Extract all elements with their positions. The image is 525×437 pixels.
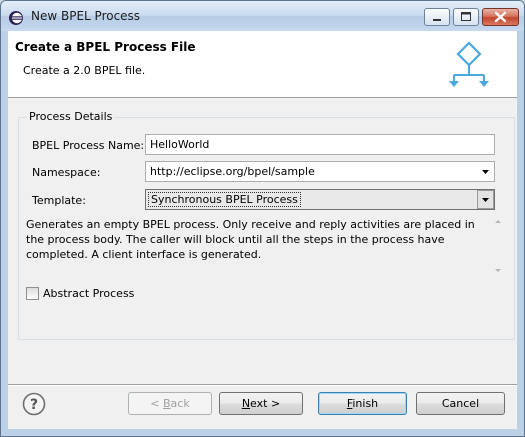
page-title: Create a BPEL Process File <box>15 40 196 54</box>
chevron-down-icon[interactable] <box>477 162 494 181</box>
description-scrollbar[interactable] <box>492 217 504 277</box>
bpel-process-wizard-icon <box>449 41 489 87</box>
maximize-button[interactable] <box>453 8 479 26</box>
process-name-input[interactable]: HelloWorld <box>145 134 495 155</box>
next-mnemonic: N <box>241 397 251 410</box>
window-title: New BPEL Process <box>31 9 141 23</box>
back-button[interactable]: < Back <box>128 392 212 415</box>
cancel-button[interactable]: Cancel <box>416 392 505 415</box>
svg-text:?: ? <box>30 397 38 413</box>
process-name-label: BPEL Process Name: <box>32 139 145 152</box>
template-description-area[interactable]: Generates an empty BPEL process. Only re… <box>26 217 504 277</box>
back-mnemonic: B <box>163 397 171 410</box>
namespace-label: Namespace: <box>32 166 101 179</box>
help-icon[interactable]: ? <box>22 392 46 416</box>
minimize-icon <box>433 19 441 21</box>
wizard-banner: Create a BPEL Process File Create a 2.0 … <box>8 31 517 98</box>
template-combo[interactable]: Synchronous BPEL Process <box>145 189 495 210</box>
eclipse-icon <box>9 11 23 25</box>
group-title: Process Details <box>27 110 115 123</box>
dialog-client-area: Create a BPEL Process File Create a 2.0 … <box>8 31 517 429</box>
chevron-down-icon[interactable] <box>477 190 494 209</box>
template-label: Template: <box>32 194 86 207</box>
abstract-process-checkbox[interactable] <box>26 287 39 300</box>
namespace-combo[interactable]: http://eclipse.org/bpel/sample <box>145 161 495 182</box>
back-prefix: < <box>150 397 163 410</box>
button-bar-separator <box>8 384 517 386</box>
back-label: ack <box>170 397 190 410</box>
finish-label: inish <box>352 397 379 410</box>
abstract-process-label[interactable]: Abstract Process <box>43 287 134 300</box>
title-bar[interactable]: New BPEL Process <box>1 1 524 31</box>
close-button[interactable] <box>482 8 519 26</box>
next-label: ext > <box>250 397 281 410</box>
minimize-button[interactable] <box>424 8 450 26</box>
namespace-value: http://eclipse.org/bpel/sample <box>150 165 315 178</box>
dialog-window: New BPEL Process Create a BPEL Process F… <box>0 0 525 437</box>
page-message: Create a 2.0 BPEL file. <box>23 64 146 77</box>
close-icon <box>494 11 507 23</box>
next-button[interactable]: Next > <box>219 392 303 415</box>
template-value: Synchronous BPEL Process <box>148 192 301 207</box>
finish-button[interactable]: Finish <box>318 392 407 415</box>
template-description: Generates an empty BPEL process. Only re… <box>26 218 475 261</box>
maximize-icon <box>461 12 471 21</box>
